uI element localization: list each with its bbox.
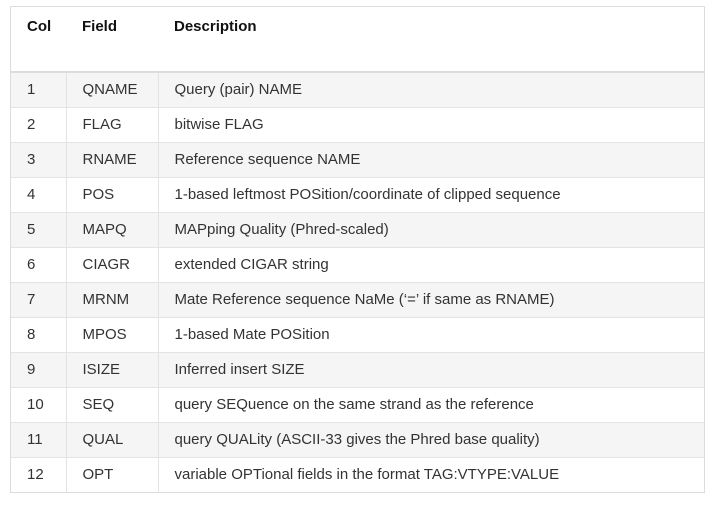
cell-field: QNAME <box>65 72 158 107</box>
cell-col: 4 <box>11 176 66 212</box>
table-header: Col Field Description <box>11 7 704 73</box>
cell-description: query QUALity (ASCII-33 gives the Phred … <box>157 421 704 457</box>
cell-col: 1 <box>11 72 66 107</box>
cell-col: 9 <box>11 351 66 387</box>
table-row: 3 RNAME Reference sequence NAME <box>11 141 704 177</box>
cell-field: MAPQ <box>65 211 158 247</box>
cell-description: Inferred insert SIZE <box>157 351 704 387</box>
cell-description: bitwise FLAG <box>157 106 704 142</box>
cell-description: 1-based leftmost POSition/coordinate of … <box>157 176 704 212</box>
cell-field: FLAG <box>65 106 158 142</box>
table-row: 1 QNAME Query (pair) NAME <box>11 72 704 107</box>
cell-field: RNAME <box>65 141 158 177</box>
cell-description: MAPping Quality (Phred-scaled) <box>157 211 704 247</box>
table-row: 8 MPOS 1-based Mate POSition <box>11 316 704 352</box>
cell-field: ISIZE <box>65 351 158 387</box>
cell-field: SEQ <box>65 386 158 422</box>
sam-fields-table: Col Field Description 1 QNAME Query (pair)… <box>11 7 704 492</box>
cell-field: OPT <box>65 456 158 492</box>
cell-description: Query (pair) NAME <box>157 72 704 107</box>
cell-col: 5 <box>11 211 66 247</box>
cell-field: CIAGR <box>65 246 158 282</box>
cell-field: MPOS <box>65 316 158 352</box>
cell-col: 7 <box>11 281 66 317</box>
cell-description: Mate Reference sequence NaMe (‘=’ if sam… <box>157 281 704 317</box>
table-row: 4 POS 1-based leftmost POSition/coordinate… <box>11 176 704 212</box>
table-row: 11 QUAL query QUALity (ASCII-33 gives the … <box>11 421 704 457</box>
table-row: 6 CIAGR extended CIGAR string <box>11 246 704 282</box>
cell-col: 10 <box>11 386 66 422</box>
table-row: 5 MAPQ MAPping Quality (Phred-scaled) <box>11 211 704 247</box>
table-body: 1 QNAME Query (pair) NAME 2 FLAG bitwise FLAG… <box>11 72 704 492</box>
cell-col: 8 <box>11 316 66 352</box>
table-row: 2 FLAG bitwise FLAG <box>11 106 704 142</box>
cell-col: 2 <box>11 106 66 142</box>
header-description: Description <box>158 7 704 73</box>
header-col: Col <box>11 7 66 73</box>
cell-field: MRNM <box>65 281 158 317</box>
table-row: 12 OPT variable OPTional fields in the for… <box>11 456 704 492</box>
cell-field: POS <box>65 176 158 212</box>
table-row: 9 ISIZE Inferred insert SIZE <box>11 351 704 387</box>
table-row: 10 SEQ query SEQuence on the same strand a… <box>11 386 704 422</box>
table-row: 7 MRNM Mate Reference sequence NaMe (‘=’ i… <box>11 281 704 317</box>
cell-col: 6 <box>11 246 66 282</box>
cell-field: QUAL <box>65 421 158 457</box>
cell-description: 1-based Mate POSition <box>157 316 704 352</box>
header-row: Col Field Description <box>11 7 704 73</box>
header-field: Field <box>66 7 158 73</box>
cell-col: 11 <box>11 421 66 457</box>
cell-col: 3 <box>11 141 66 177</box>
sam-fields-table-container: Col Field Description 1 QNAME Query (pair)… <box>10 6 705 493</box>
cell-col: 12 <box>11 456 66 492</box>
cell-description: query SEQuence on the same strand as the… <box>157 386 704 422</box>
cell-description: variable OPTional fields in the format T… <box>157 456 704 492</box>
cell-description: extended CIGAR string <box>157 246 704 282</box>
cell-description: Reference sequence NAME <box>157 141 704 177</box>
